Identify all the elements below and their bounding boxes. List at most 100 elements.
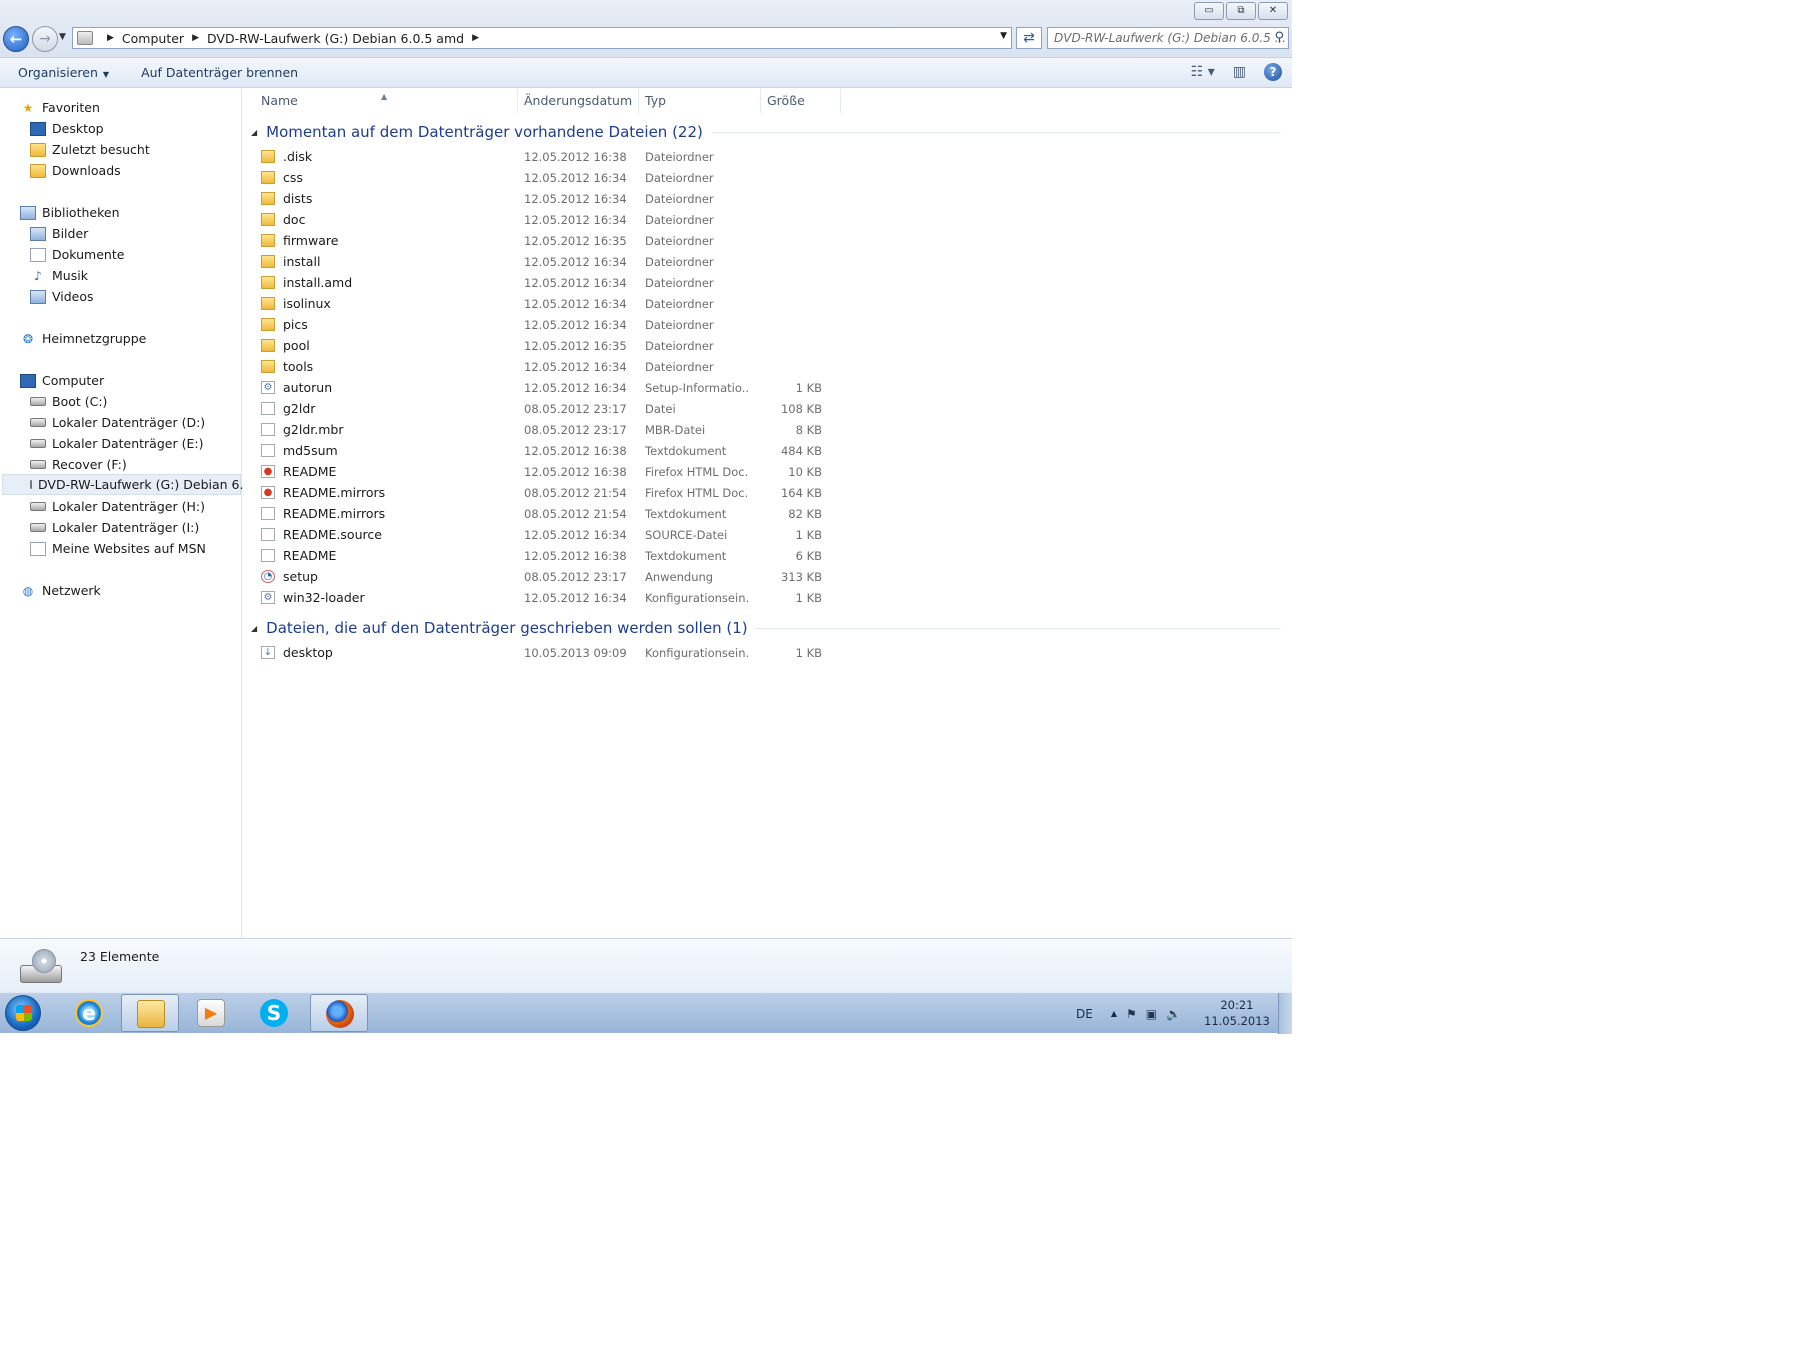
nav-desktop[interactable]: Desktop [30,118,104,139]
breadcrumb-dvd-drive[interactable]: DVD-RW-Laufwerk (G:) Debian 6.0.5 amd [207,31,464,46]
nav-pictures[interactable]: Bilder [30,223,88,244]
breadcrumb-chevron-icon[interactable]: ▶ [472,33,479,43]
back-button[interactable]: ← [3,26,29,52]
group-title: Dateien, die auf den Datenträger geschri… [266,619,748,637]
file-date: 12.05.2012 16:34 [524,254,627,269]
file-row[interactable]: doc 12.05.2012 16:34 Dateiordner [261,209,1081,230]
preview-pane-icon[interactable]: ▥ [1233,64,1246,80]
column-type[interactable]: Typ [639,89,761,113]
column-size[interactable]: Größe [761,89,841,113]
breadcrumb-chevron-icon[interactable]: ▶ [192,33,199,43]
file-row[interactable]: tools 12.05.2012 16:34 Dateiordner [261,356,1081,377]
file-row[interactable]: ● README 12.05.2012 16:38 Firefox HTML Doc.… [261,461,1081,482]
close-button[interactable]: ✕ [1258,2,1288,20]
show-hidden-icons-icon[interactable]: ▲ [1111,1009,1117,1018]
taskbar-firefox[interactable] [310,994,368,1032]
file-row[interactable]: pics 12.05.2012 16:34 Dateiordner [261,314,1081,335]
collapse-triangle-icon[interactable]: ◢ [251,624,257,633]
burn-to-disc-button[interactable]: Auf Datenträger brennen [123,65,312,80]
nav-videos[interactable]: Videos [30,286,94,307]
file-row[interactable]: css 12.05.2012 16:34 Dateiordner [261,167,1081,188]
file-row[interactable]: install 12.05.2012 16:34 Dateiordner [261,251,1081,272]
file-type: Dateiordner [645,338,714,353]
organize-button[interactable]: Organisieren ▼ [0,65,123,80]
file-row[interactable]: ⚙ win32-loader 12.05.2012 16:34 Konfigurati… [261,587,1081,608]
forward-button[interactable]: → [32,26,58,52]
recent-pages-dropdown-icon[interactable]: ▼ [59,32,66,42]
file-row[interactable]: ⚙ autorun 12.05.2012 16:34 Setup-Informatio… [261,377,1081,398]
nav-homegroup[interactable]: ❂ Heimnetzgruppe [20,328,146,349]
minimize-button[interactable]: ▭ [1194,2,1224,20]
nav-label: Meine Websites auf MSN [52,541,206,556]
folder-icon [261,150,275,163]
file-type: Firefox HTML Doc... [645,464,749,479]
file-row[interactable]: ● README.mirrors 08.05.2012 21:54 Firefox H… [261,482,1081,503]
network-status-icon[interactable]: ▣ [1146,1007,1157,1021]
pictures-icon [30,226,46,241]
collapse-triangle-icon[interactable]: ◢ [251,128,257,137]
file-row[interactable]: g2ldr 08.05.2012 23:17 Datei 108 KB [261,398,1081,419]
file-row[interactable]: pool 12.05.2012 16:35 Dateiordner [261,335,1081,356]
group-on-disc[interactable]: ◢ Momentan auf dem Datenträger vorhanden… [251,121,1281,143]
address-bar[interactable]: ▶ Computer ▶ DVD-RW-Laufwerk (G:) Debian… [72,27,1012,49]
file-row[interactable]: README 12.05.2012 16:38 Textdokument 6 KB [261,545,1081,566]
file-row[interactable]: md5sum 12.05.2012 16:38 Textdokument 484 KB [261,440,1081,461]
nav-drive-d[interactable]: Lokaler Datenträger (D:) [30,412,205,433]
file-row[interactable]: dists 12.05.2012 16:34 Dateiordner [261,188,1081,209]
nav-drive-c[interactable]: Boot (C:) [30,391,107,412]
group-to-write[interactable]: ◢ Dateien, die auf den Datenträger gesch… [251,617,1281,639]
nav-drive-g[interactable]: DVD-RW-Laufwerk (G:) Debian 6.0.5 [2,474,263,495]
nav-libraries[interactable]: Bibliotheken [20,202,120,223]
file-row[interactable]: ↓ desktop 10.05.2013 09:09 Konfigurationsei… [261,642,1081,663]
breadcrumb-chevron-icon[interactable]: ▶ [107,33,114,43]
clock[interactable]: 20:21 11.05.2013 [1204,997,1270,1029]
file-row[interactable]: isolinux 12.05.2012 16:34 Dateiordner [261,293,1081,314]
nav-music[interactable]: ♪ Musik [30,265,88,286]
nav-favorites[interactable]: ★ Favoriten [20,97,100,118]
file-row[interactable]: .disk 12.05.2012 16:38 Dateiordner [261,146,1081,167]
volume-icon[interactable]: 🔈 [1166,1007,1181,1021]
start-button[interactable] [5,995,41,1031]
file-type: Dateiordner [645,170,714,185]
taskbar-skype[interactable]: S [245,994,303,1032]
file-name: isolinux [283,296,331,311]
taskbar-explorer[interactable] [121,994,179,1032]
file-row[interactable]: install.amd 12.05.2012 16:34 Dateiordner [261,272,1081,293]
action-center-flag-icon[interactable]: ⚑ [1126,1007,1137,1021]
file-row[interactable]: ◔ setup 08.05.2012 23:17 Anwendung 313 KB [261,566,1081,587]
file-row[interactable]: README.source 12.05.2012 16:34 SOURCE-Date… [261,524,1081,545]
taskbar-media-player[interactable]: ▶ [182,994,240,1032]
nav-recent[interactable]: Zuletzt besucht [30,139,150,160]
breadcrumb-computer[interactable]: Computer [122,31,184,46]
file-date: 12.05.2012 16:34 [524,170,627,185]
restore-button[interactable]: ⧉ [1226,2,1256,20]
nav-network[interactable]: ◍ Netzwerk [20,580,101,601]
help-icon[interactable]: ? [1264,63,1282,81]
search-icon[interactable]: ⚲ [1274,30,1284,45]
file-row[interactable]: README.mirrors 08.05.2012 21:54 Textdokume… [261,503,1081,524]
folder-icon [261,171,275,184]
nav-downloads[interactable]: Downloads [30,160,121,181]
search-input[interactable]: DVD-RW-Laufwerk (G:) Debian 6.0.5 ... ⚲ [1047,27,1289,49]
column-date[interactable]: Änderungsdatum [518,89,639,113]
nav-computer[interactable]: Computer [20,370,104,391]
explorer-window: ▭ ⧉ ✕ ← → ▼ ▶ Computer ▶ DVD-RW-Laufwerk… [0,0,1292,1034]
column-name[interactable]: Name ▲ [243,89,518,113]
file-row[interactable]: firmware 12.05.2012 16:35 Dateiordner [261,230,1081,251]
taskbar-internet-explorer[interactable]: e [60,994,118,1032]
nav-drive-i[interactable]: Lokaler Datenträger (I:) [30,517,199,538]
music-icon: ♪ [34,268,42,283]
refresh-button[interactable]: ⇄ [1016,27,1042,49]
nav-drive-e[interactable]: Lokaler Datenträger (E:) [30,433,203,454]
language-indicator[interactable]: DE [1076,1007,1093,1021]
nav-drive-h[interactable]: Lokaler Datenträger (H:) [30,496,205,517]
nav-label: Bibliotheken [42,205,120,220]
change-view-icon[interactable]: ☷ ▾ [1191,64,1215,80]
nav-drive-f[interactable]: Recover (F:) [30,454,127,475]
address-history-dropdown-icon[interactable]: ▼ [1000,31,1007,41]
file-row[interactable]: g2ldr.mbr 08.05.2012 23:17 MBR-Datei 8 KB [261,419,1081,440]
file-date: 08.05.2012 21:54 [524,485,627,500]
show-desktop-button[interactable] [1278,993,1292,1034]
nav-documents[interactable]: Dokumente [30,244,124,265]
nav-msn-websites[interactable]: Meine Websites auf MSN [30,538,206,559]
